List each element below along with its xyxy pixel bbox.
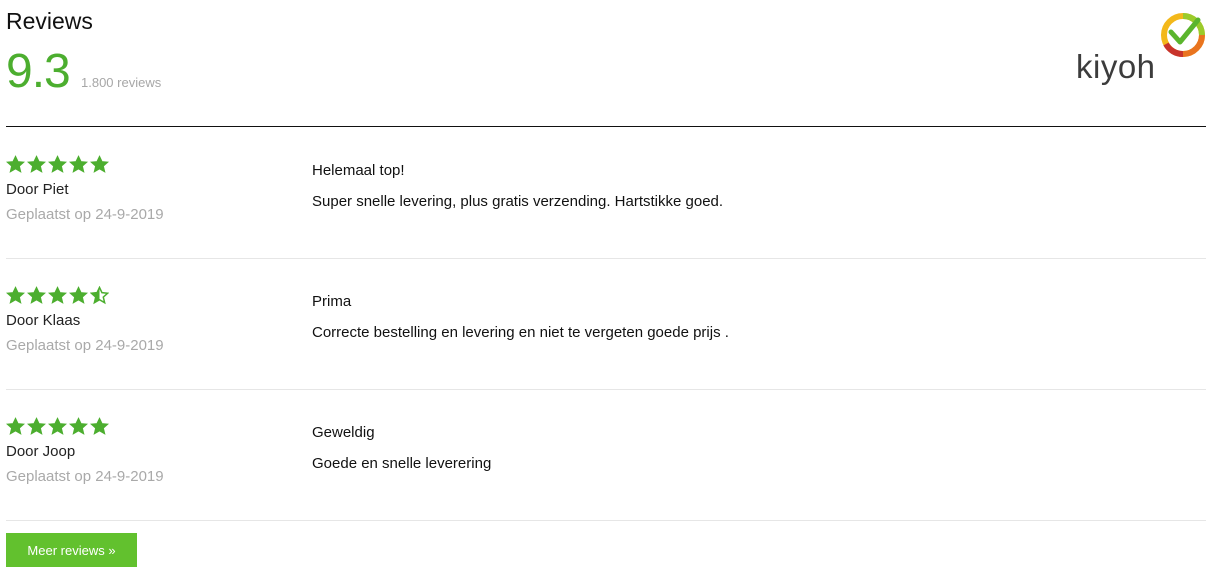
star-full-icon xyxy=(27,286,46,304)
review-item: Door Klaas Geplaatst op 24-9-2019 Prima Cor… xyxy=(6,258,1206,390)
star-full-icon xyxy=(6,155,25,173)
more-reviews-button[interactable]: Meer reviews » xyxy=(6,533,137,567)
kiyoh-checkmark-icon xyxy=(1161,13,1205,58)
star-full-icon xyxy=(48,155,67,173)
star-full-icon xyxy=(48,286,67,304)
review-author: Door Piet xyxy=(6,181,69,198)
review-author: Door Joop xyxy=(6,443,76,460)
kiyoh-logo[interactable]: kiyoh xyxy=(1076,12,1206,92)
review-item: Door Joop Geplaatst op 24-9-2019 Geweldig G… xyxy=(6,389,1206,521)
review-item: Door Piet Geplaatst op 24-9-2019 Helemaal … xyxy=(6,127,1206,259)
star-rating xyxy=(6,155,109,174)
star-full-icon xyxy=(69,286,88,304)
reviews-header: Reviews 9.3 1.800 reviews kiyoh xyxy=(6,0,1206,127)
star-full-icon xyxy=(27,417,46,435)
average-score: 9.3 xyxy=(6,45,71,98)
review-title: Prima xyxy=(312,293,352,310)
star-rating xyxy=(6,286,109,305)
star-full-icon xyxy=(6,286,25,304)
star-full-icon xyxy=(90,155,109,173)
review-title: Geweldig xyxy=(312,424,375,441)
review-date: Geplaatst op 24-9-2019 xyxy=(6,206,164,223)
star-full-icon xyxy=(6,417,25,435)
review-title: Helemaal top! xyxy=(312,162,405,179)
review-author: Door Klaas xyxy=(6,312,81,329)
star-full-icon xyxy=(27,155,46,173)
star-full-icon xyxy=(90,417,109,435)
star-rating xyxy=(6,417,109,436)
page-title: Reviews xyxy=(6,8,93,34)
review-text: Super snelle levering, plus gratis verze… xyxy=(312,193,724,210)
review-text: Correcte bestelling en levering en niet … xyxy=(312,324,729,341)
star-full-icon xyxy=(69,417,88,435)
star-full-icon xyxy=(48,417,67,435)
review-text: Goede en snelle leverering xyxy=(312,455,492,472)
review-date: Geplaatst op 24-9-2019 xyxy=(6,468,164,485)
review-date: Geplaatst op 24-9-2019 xyxy=(6,337,164,354)
logo-text: kiyoh xyxy=(1076,48,1156,85)
star-full-icon xyxy=(69,155,88,173)
review-count: 1.800 reviews xyxy=(81,75,162,90)
star-half-icon xyxy=(90,286,109,305)
